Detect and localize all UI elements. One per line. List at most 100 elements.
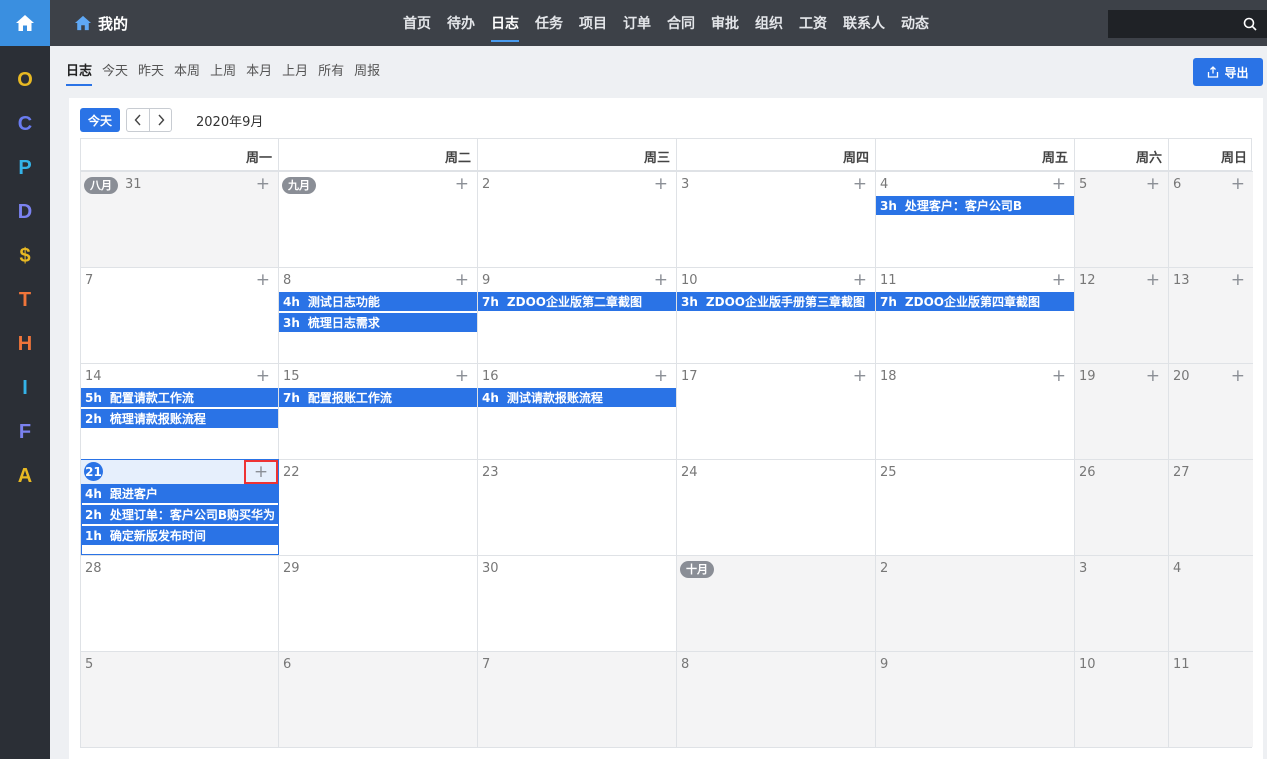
- nav-item-2[interactable]: 日志: [483, 13, 527, 42]
- event-list: 7h 配置报账工作流: [279, 388, 477, 409]
- nav-item-3[interactable]: 任务: [527, 13, 571, 33]
- event-title: 确定新版发布时间: [109, 529, 206, 543]
- filter-tab-7[interactable]: 所有: [318, 60, 348, 84]
- add-log-button[interactable]: +: [1052, 270, 1066, 290]
- log-event[interactable]: 7h ZDOO企业版第四章截图: [876, 292, 1074, 311]
- app-icon-5[interactable]: T: [0, 278, 50, 322]
- add-log-button-highlighted[interactable]: +: [244, 460, 278, 484]
- add-log-button[interactable]: +: [256, 270, 270, 290]
- log-event[interactable]: 5h 配置请款工作流: [81, 388, 278, 407]
- search-button[interactable]: [1232, 10, 1267, 38]
- filter-tab-1[interactable]: 今天: [102, 60, 132, 84]
- nav-item-10[interactable]: 联系人: [835, 13, 893, 33]
- day-number: 22: [283, 465, 300, 480]
- search-input[interactable]: [1108, 10, 1232, 38]
- nav-item-5[interactable]: 订单: [615, 13, 659, 33]
- brand[interactable]: 我的: [74, 0, 128, 46]
- add-log-button[interactable]: +: [1231, 174, 1245, 194]
- event-title: 处理订单：客户公司B购买华为: [109, 508, 276, 522]
- filter-tab-4[interactable]: 上周: [210, 60, 240, 84]
- log-event[interactable]: 2h 梳理请款报账流程: [81, 409, 278, 428]
- nav-item-8[interactable]: 组织: [747, 13, 791, 33]
- add-log-button[interactable]: +: [455, 366, 469, 386]
- filter-tab-6[interactable]: 上月: [282, 60, 312, 84]
- add-log-button[interactable]: +: [455, 174, 469, 194]
- event-title: 跟进客户: [109, 487, 158, 501]
- log-event[interactable]: 3h ZDOO企业版手册第三章截图: [677, 292, 875, 311]
- month-nav: [126, 108, 173, 132]
- add-log-button[interactable]: +: [1052, 174, 1066, 194]
- log-event[interactable]: 1h 确定新版发布时间: [81, 526, 278, 545]
- log-event[interactable]: 4h 跟进客户: [81, 484, 278, 503]
- nav-item-0[interactable]: 首页: [395, 13, 439, 33]
- log-event[interactable]: 4h 测试日志功能: [279, 292, 477, 311]
- prev-month-button[interactable]: [127, 109, 149, 131]
- next-month-button[interactable]: [149, 109, 171, 131]
- add-log-button[interactable]: +: [1146, 174, 1160, 194]
- event-hours: 4h: [85, 486, 102, 501]
- app-icon-7[interactable]: I: [0, 366, 50, 410]
- add-log-button[interactable]: +: [654, 366, 668, 386]
- app-sidebar: O C P D $ T H I F A: [0, 0, 50, 759]
- log-event[interactable]: 3h 处理客户：客户公司B: [876, 196, 1074, 215]
- app-icon-8[interactable]: F: [0, 410, 50, 454]
- event-list: 4h 测试请款报账流程: [478, 388, 676, 409]
- nav-item-1[interactable]: 待办: [439, 13, 483, 33]
- nav-item-11[interactable]: 动态: [893, 13, 937, 33]
- add-log-button[interactable]: +: [1146, 270, 1160, 290]
- app-icon-4[interactable]: $: [0, 234, 50, 278]
- app-icon-0[interactable]: O: [0, 58, 50, 102]
- add-log-button[interactable]: +: [654, 174, 668, 194]
- log-event[interactable]: 4h 测试请款报账流程: [478, 388, 676, 407]
- log-event[interactable]: 2h 处理订单：客户公司B购买华为: [81, 505, 278, 524]
- sub-nav: 日志 今天 昨天 本周 上周 本月 上月 所有 周报: [66, 60, 390, 86]
- today-button[interactable]: 今天: [80, 108, 121, 132]
- day-number: 2: [482, 177, 491, 192]
- app-icon-1[interactable]: C: [0, 102, 50, 146]
- app-icon-2[interactable]: P: [0, 146, 50, 190]
- event-title: ZDOO企业版第二章截图: [506, 295, 642, 309]
- chevron-right-icon: [157, 114, 164, 126]
- weekday-0: 周一: [81, 139, 279, 170]
- app-icon-6[interactable]: H: [0, 322, 50, 366]
- add-log-button[interactable]: +: [1052, 366, 1066, 386]
- add-log-button[interactable]: +: [256, 366, 270, 386]
- log-event[interactable]: 7h ZDOO企业版第二章截图: [478, 292, 676, 311]
- add-log-button[interactable]: +: [256, 174, 270, 194]
- add-log-button[interactable]: +: [853, 366, 867, 386]
- day-cell: 5: [81, 651, 279, 747]
- add-log-button[interactable]: +: [853, 174, 867, 194]
- day-cell: 12 +: [1075, 267, 1169, 363]
- add-log-button[interactable]: +: [654, 270, 668, 290]
- add-log-button[interactable]: +: [1231, 270, 1245, 290]
- day-number: 3: [1079, 561, 1088, 576]
- filter-tab-3[interactable]: 本周: [174, 60, 204, 84]
- nav-item-4[interactable]: 项目: [571, 13, 615, 33]
- add-log-button[interactable]: +: [853, 270, 867, 290]
- event-hours: 3h: [681, 294, 698, 309]
- add-log-button[interactable]: +: [455, 270, 469, 290]
- add-log-button[interactable]: +: [1231, 366, 1245, 386]
- day-cell: 19 +: [1075, 363, 1169, 459]
- calendar-body: 八月 31 + 九月 +2 +3 +4 +3h 处理客户：客户公司B 5 +6 +7 +8 +4h 测试日志…: [80, 170, 1253, 748]
- filter-tab-0[interactable]: 日志: [66, 60, 96, 86]
- event-title: 处理客户：客户公司B: [904, 199, 1023, 213]
- nav-item-7[interactable]: 审批: [703, 13, 747, 33]
- app-icon-9[interactable]: A: [0, 454, 50, 498]
- nav-item-6[interactable]: 合同: [659, 13, 703, 33]
- day-cell: 22: [279, 459, 478, 555]
- day-cell: 15 +7h 配置报账工作流: [279, 363, 478, 459]
- log-event[interactable]: 7h 配置报账工作流: [279, 388, 477, 407]
- event-hours: 7h: [880, 294, 897, 309]
- add-log-button[interactable]: +: [1146, 366, 1160, 386]
- filter-tab-2[interactable]: 昨天: [138, 60, 168, 84]
- app-icon-3[interactable]: D: [0, 190, 50, 234]
- nav-item-9[interactable]: 工资: [791, 13, 835, 33]
- filter-tab-8[interactable]: 周报: [354, 60, 384, 84]
- day-cell: 8: [677, 651, 876, 747]
- filter-tab-5[interactable]: 本月: [246, 60, 276, 84]
- home-button[interactable]: [0, 0, 50, 46]
- export-button[interactable]: 导出: [1193, 58, 1263, 86]
- day-number: 26: [1079, 465, 1096, 480]
- log-event[interactable]: 3h 梳理日志需求: [279, 313, 477, 332]
